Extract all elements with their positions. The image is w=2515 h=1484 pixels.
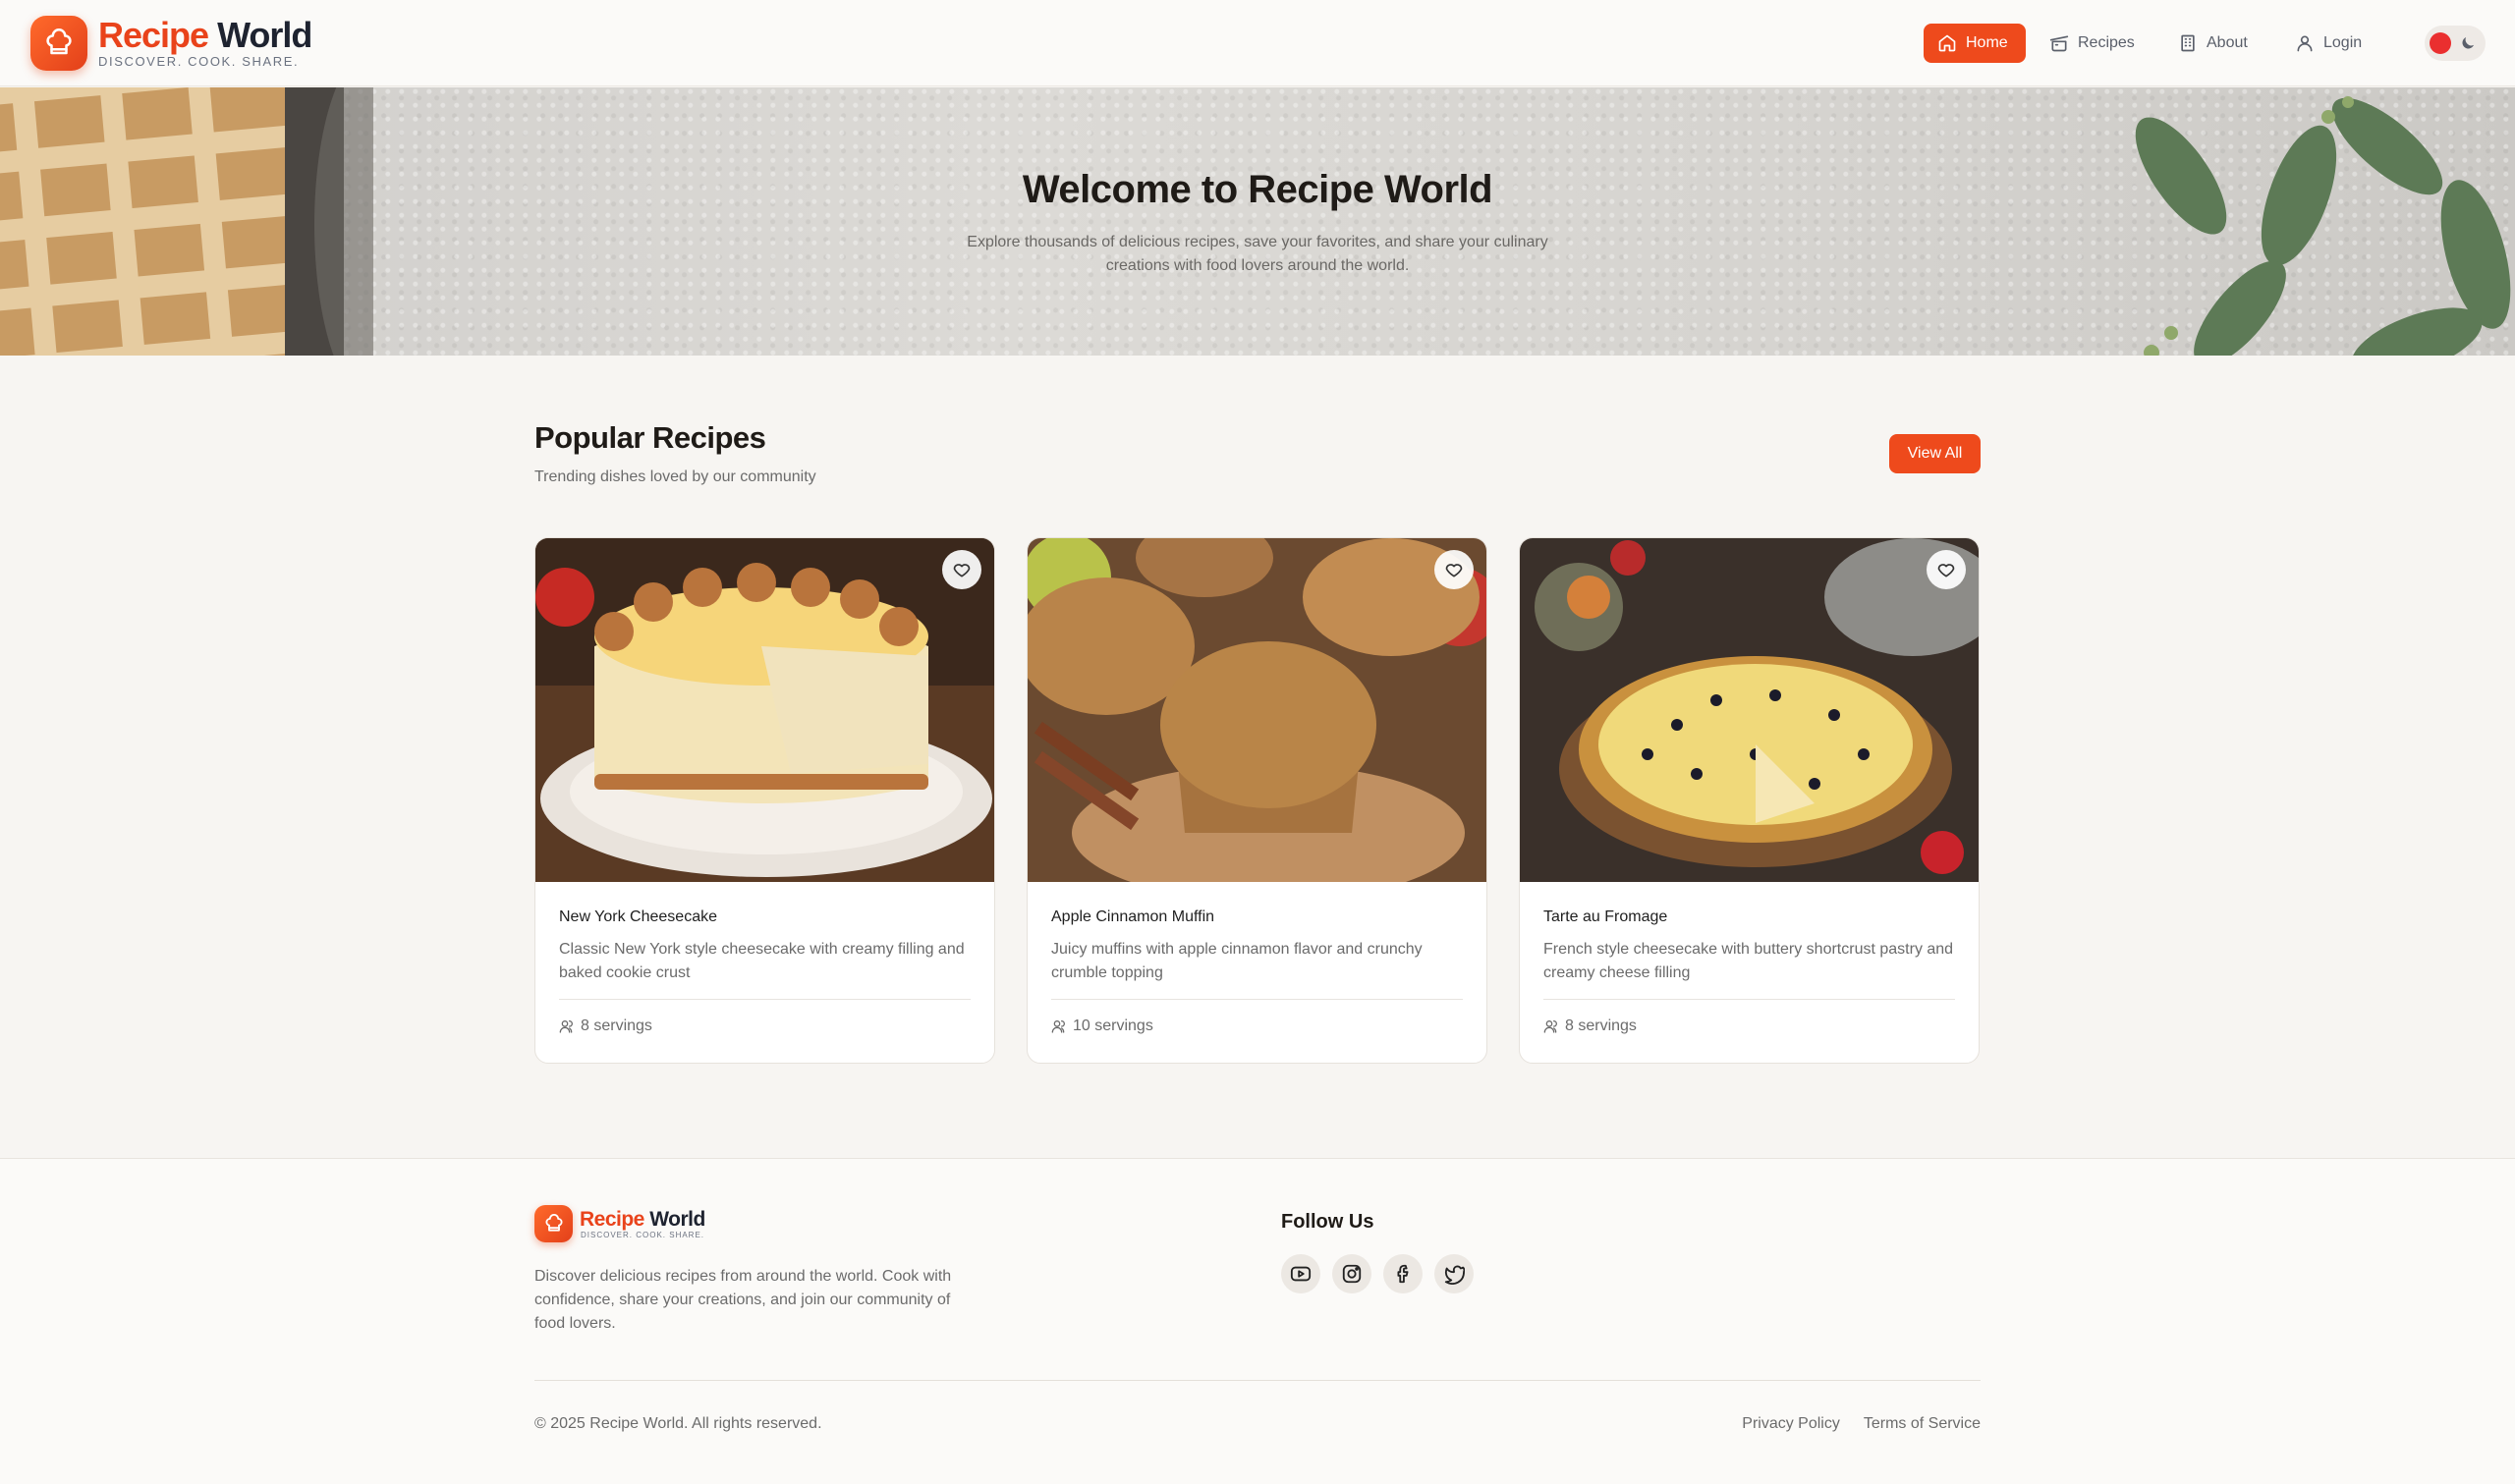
- users-icon: [1543, 1020, 1557, 1033]
- heart-icon: [1937, 564, 1955, 577]
- recipe-card[interactable]: Apple Cinnamon Muffin Juicy muffins with…: [1027, 537, 1487, 1064]
- theme-toggle[interactable]: [2425, 26, 2486, 61]
- servings-label: 10 servings: [1073, 1017, 1153, 1034]
- hero-subtitle: Explore thousands of delicious recipes, …: [967, 234, 1548, 274]
- recipe-card[interactable]: New York Cheesecake Classic New York sty…: [534, 537, 995, 1064]
- view-all-button[interactable]: View All: [1889, 434, 1981, 473]
- recipe-description: French style cheesecake with buttery sho…: [1543, 941, 1954, 981]
- tarte-image: [1520, 538, 1979, 882]
- site-logo[interactable]: Recipe World DISCOVER. COOK. SHARE.: [30, 15, 312, 71]
- recipe-card[interactable]: Tarte au Fromage French style cheesecake…: [1519, 537, 1980, 1064]
- footer-description: Discover delicious recipes from around t…: [534, 1268, 952, 1332]
- building-icon: [2181, 34, 2195, 52]
- nav-home[interactable]: Home: [1924, 24, 2026, 63]
- nav-login[interactable]: Login: [2295, 24, 2362, 63]
- nav-recipes-label: Recipes: [2078, 34, 2135, 51]
- favorite-button[interactable]: [1927, 550, 1966, 589]
- sun-icon: [2430, 32, 2451, 54]
- leaves-image: [2135, 96, 2511, 356]
- section-title: Popular Recipes: [534, 420, 766, 455]
- instagram-link[interactable]: [1332, 1254, 1371, 1293]
- nav-recipes[interactable]: Recipes: [2049, 24, 2135, 63]
- muffin-image: [1028, 538, 1486, 882]
- follow-us-heading: Follow Us: [1281, 1211, 1374, 1233]
- nav-about-label: About: [2207, 34, 2248, 51]
- terms-of-service-link[interactable]: Terms of Service: [1864, 1415, 1981, 1433]
- moon-icon: [2462, 37, 2474, 49]
- servings-label: 8 servings: [1565, 1017, 1637, 1034]
- recipe-title: Apple Cinnamon Muffin: [1051, 908, 1215, 925]
- hero-title: Welcome to Recipe World: [1022, 168, 1493, 211]
- card-divider: [1543, 999, 1955, 1000]
- footer-divider: [534, 1380, 1981, 1381]
- logo-tagline: DISCOVER. COOK. SHARE.: [98, 54, 300, 69]
- logo-title: Recipe World: [98, 15, 312, 55]
- twitter-icon: [1444, 1265, 1465, 1285]
- footer-logo-title: Recipe World: [580, 1207, 705, 1231]
- recipe-title: Tarte au Fromage: [1543, 908, 1668, 925]
- privacy-policy-link[interactable]: Privacy Policy: [1742, 1415, 1840, 1433]
- servings-label: 8 servings: [581, 1017, 652, 1034]
- footer-logo[interactable]: Recipe World DISCOVER. COOK. SHARE.: [534, 1205, 705, 1242]
- footer-logo-tagline: DISCOVER. COOK. SHARE.: [581, 1230, 705, 1239]
- footer-links: Privacy Policy Terms of Service: [1718, 1415, 1981, 1433]
- site-header: Recipe World DISCOVER. COOK. SHARE. Home…: [0, 0, 2515, 86]
- cheesecake-image: [535, 538, 994, 882]
- recipe-description: Juicy muffins with apple cinnamon flavor…: [1051, 941, 1423, 981]
- recipe-description: Classic New York style cheesecake with c…: [559, 941, 965, 981]
- recipe-servings: 10 servings: [1051, 1017, 1153, 1035]
- site-footer: Recipe World DISCOVER. COOK. SHARE. Disc…: [0, 1158, 2515, 1484]
- section-subtitle: Trending dishes loved by our community: [534, 468, 816, 485]
- recipe-title: New York Cheesecake: [559, 908, 717, 925]
- pot-icon: [2049, 35, 2069, 52]
- users-icon: [559, 1020, 573, 1033]
- facebook-icon: [1397, 1264, 1409, 1284]
- social-links: [1281, 1254, 1485, 1293]
- nav-login-label: Login: [2323, 34, 2363, 51]
- youtube-icon: [1290, 1266, 1312, 1282]
- chef-hat-icon: [534, 1205, 573, 1242]
- card-divider: [1051, 999, 1463, 1000]
- hero-banner: Welcome to Recipe World Explore thousand…: [0, 87, 2515, 356]
- recipe-servings: 8 servings: [1543, 1017, 1637, 1035]
- heart-icon: [1445, 564, 1463, 577]
- instagram-icon: [1342, 1264, 1362, 1284]
- user-icon: [2297, 35, 2313, 52]
- card-divider: [559, 999, 971, 1000]
- favorite-button[interactable]: [942, 550, 981, 589]
- recipe-servings: 8 servings: [559, 1017, 652, 1035]
- favorite-button[interactable]: [1434, 550, 1474, 589]
- twitter-link[interactable]: [1434, 1254, 1474, 1293]
- chef-hat-icon: [30, 16, 87, 71]
- users-icon: [1051, 1020, 1065, 1033]
- copyright-text: © 2025 Recipe World. All rights reserved…: [534, 1415, 822, 1432]
- lattice-pie-image: [0, 87, 373, 356]
- home-icon: [1938, 34, 1956, 52]
- heart-icon: [953, 564, 971, 577]
- nav-home-label: Home: [1966, 34, 2008, 51]
- facebook-link[interactable]: [1383, 1254, 1423, 1293]
- youtube-link[interactable]: [1281, 1254, 1320, 1293]
- nav-about[interactable]: About: [2178, 24, 2248, 63]
